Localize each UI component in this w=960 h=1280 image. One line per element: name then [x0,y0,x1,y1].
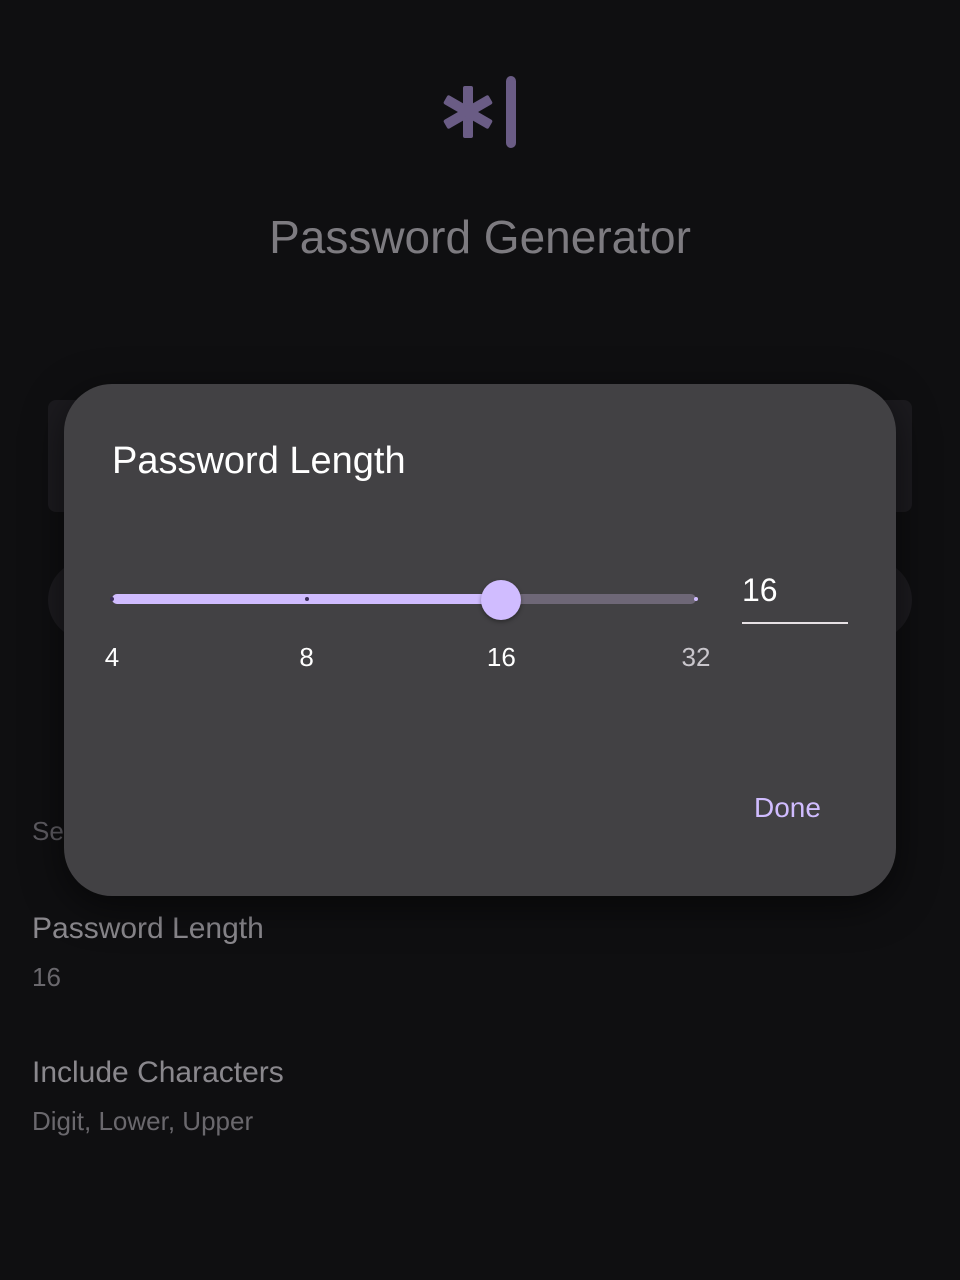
app-screen: Password Generator Se Password Length 16… [0,0,960,1280]
slider-tick-mark [110,597,114,601]
slider-thumb[interactable] [481,580,522,620]
slider-tick-label: 4 [104,642,120,672]
done-button[interactable]: Done [740,788,835,828]
length-input-value[interactable]: 16 [742,572,778,609]
slider-tick-mark [304,597,309,601]
dialog-title: Password Length [112,440,406,482]
length-input-field[interactable]: 16 [742,568,848,624]
slider-tick-mark [694,597,698,601]
slider-tick-label: 32 [681,642,711,672]
slider-tick-label: 8 [299,642,314,672]
slider-tick-label: 16 [486,642,516,672]
password-length-slider[interactable] [110,580,698,620]
password-length-dialog: Password Length 4 8 16 32 16 Done [64,384,896,896]
